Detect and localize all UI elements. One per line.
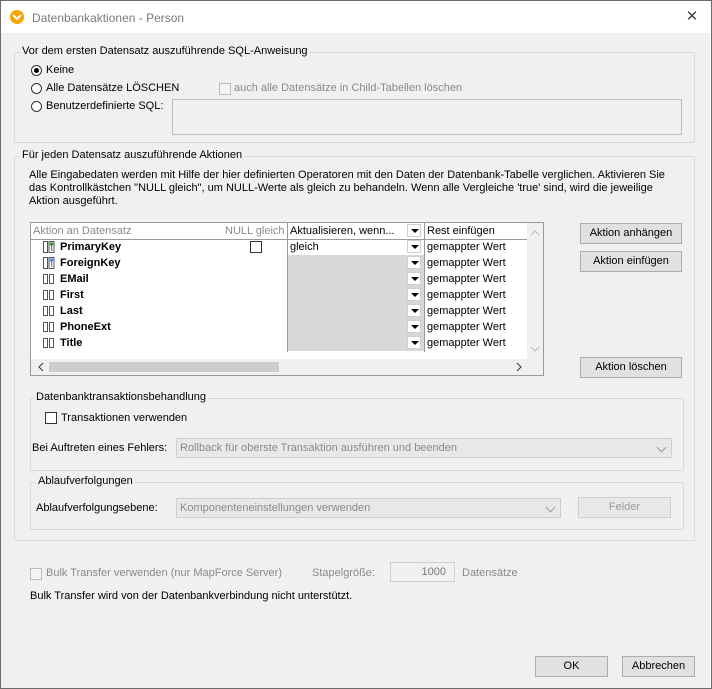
col-header-null-equal: NULL gleich — [225, 225, 285, 237]
row-field-name: First — [60, 289, 84, 301]
table-row[interactable]: PhoneExt gemappter Wert — [31, 319, 527, 335]
row-rest-value: gemappter Wert — [427, 321, 506, 333]
use-transactions-label[interactable]: Transaktionen verwenden — [61, 412, 187, 424]
actions-description: Alle Eingabedaten werden mit Hilfe der h… — [29, 169, 665, 207]
table-row[interactable]: EMail gemappter Wert — [31, 271, 527, 287]
scroll-left-icon[interactable] — [33, 359, 49, 375]
null-equal-checkbox[interactable] — [250, 241, 262, 253]
update-dropdown-icon[interactable] — [407, 320, 421, 333]
field-icon — [43, 274, 54, 284]
radio-none-indicator[interactable] — [31, 65, 42, 76]
radio-delete-all[interactable] — [31, 83, 42, 97]
row-update-value[interactable] — [288, 287, 424, 303]
row-update-value[interactable] — [288, 303, 424, 319]
transactions-group — [30, 398, 684, 471]
update-dropdown-icon[interactable] — [407, 288, 421, 301]
row-update-value[interactable] — [288, 335, 424, 351]
table-row[interactable]: ForeignKey gemappter Wert — [31, 255, 527, 271]
row-field-name: EMail — [60, 273, 89, 285]
tracing-level-select[interactable]: Komponenteneinstellungen verwenden — [176, 498, 561, 518]
row-update-value[interactable] — [288, 319, 424, 335]
row-update-value[interactable] — [288, 255, 424, 271]
actions-table: Aktion an Datensatz NULL gleich Aktualis… — [30, 222, 544, 376]
mapforce-app-icon — [10, 10, 24, 24]
row-rest-value: gemappter Wert — [427, 305, 506, 317]
radio-custom-sql-label[interactable]: Benutzerdefinierte SQL: — [46, 100, 163, 112]
actions-legend: Für jeden Datensatz auszuführende Aktion… — [20, 149, 245, 161]
row-field-name: PrimaryKey — [60, 241, 122, 253]
field-icon — [43, 290, 54, 300]
horizontal-scrollbar[interactable] — [31, 359, 543, 375]
row-rest-value: gemappter Wert — [427, 257, 506, 269]
primary-key-icon — [43, 241, 55, 253]
scroll-right-icon[interactable] — [511, 359, 527, 375]
pre-sql-legend: Vor dem ersten Datensatz auszuführende S… — [20, 45, 310, 57]
tracing-level-label: Ablaufverfolgungsebene: — [36, 502, 158, 514]
fields-button[interactable]: Felder — [578, 497, 671, 518]
child-delete-checkbox[interactable] — [219, 83, 231, 95]
row-field-name: Last — [60, 305, 83, 317]
tracing-legend: Ablaufverfolgungen — [36, 475, 135, 487]
update-dropdown-icon[interactable] — [407, 272, 421, 285]
field-icon — [43, 306, 54, 316]
error-handling-value: Rollback für oberste Transaktion ausführ… — [180, 442, 458, 454]
chevron-down-icon — [656, 442, 667, 453]
col-header-update-if[interactable]: Aktualisieren, wenn... — [287, 223, 426, 239]
append-action-button[interactable]: Aktion anhängen — [580, 223, 682, 244]
child-delete-label: auch alle Datensätze in Child-Tabellen l… — [234, 82, 463, 94]
error-handling-select[interactable]: Rollback für oberste Transaktion ausführ… — [176, 438, 672, 458]
scroll-down-icon[interactable] — [527, 341, 543, 357]
table-row[interactable]: First gemappter Wert — [31, 287, 527, 303]
row-rest-value: gemappter Wert — [427, 289, 506, 301]
horizontal-scroll-thumb[interactable] — [49, 362, 279, 372]
row-rest-value: gemappter Wert — [427, 241, 506, 253]
cancel-button[interactable]: Abbrechen — [622, 656, 695, 677]
vertical-scrollbar[interactable] — [527, 223, 543, 359]
chevron-down-icon — [545, 502, 556, 513]
update-dropdown-icon[interactable] — [407, 304, 421, 317]
scroll-up-icon[interactable] — [527, 225, 543, 241]
update-dropdown-icon[interactable] — [407, 336, 421, 349]
table-row[interactable]: PrimaryKey gleich gemappter Wert — [31, 239, 527, 255]
radio-custom-sql[interactable] — [31, 101, 42, 115]
table-row[interactable]: Title gemappter Wert — [31, 335, 527, 351]
row-rest-value: gemappter Wert — [427, 273, 506, 285]
update-dropdown-icon[interactable] — [407, 240, 421, 253]
custom-sql-textarea[interactable] — [172, 99, 682, 135]
col-header-field: Aktion an Datensatz — [33, 225, 132, 237]
close-icon[interactable]: ✕ — [684, 9, 700, 25]
row-field-name: PhoneExt — [60, 321, 111, 333]
batch-size-input[interactable]: 1000 — [390, 562, 455, 582]
radio-custom-sql-indicator[interactable] — [31, 101, 42, 112]
radio-none[interactable] — [31, 65, 42, 79]
bulk-transfer-label: Bulk Transfer verwenden (nur MapForce Se… — [46, 567, 282, 579]
transactions-legend: Datenbanktransaktionsbehandlung — [34, 391, 209, 403]
row-update-value[interactable]: gleich — [288, 239, 426, 255]
col-header-insert-rest: Rest einfügen — [424, 223, 495, 239]
batch-size-unit: Datensätze — [462, 567, 518, 579]
update-header-dropdown-icon[interactable] — [407, 224, 421, 237]
bulk-transfer-checkbox[interactable] — [30, 568, 42, 580]
field-icon — [43, 322, 54, 332]
insert-action-button[interactable]: Aktion einfügen — [580, 251, 682, 272]
foreign-key-icon — [43, 257, 55, 269]
field-icon — [43, 338, 54, 348]
table-row[interactable]: Last gemappter Wert — [31, 303, 527, 319]
window-title: Datenbankaktionen - Person — [32, 11, 185, 25]
radio-delete-all-indicator[interactable] — [31, 83, 42, 94]
tracing-level-value: Komponenteneinstellungen verwenden — [180, 502, 371, 514]
row-field-name: ForeignKey — [60, 257, 121, 269]
update-dropdown-icon[interactable] — [407, 256, 421, 269]
error-handling-label: Bei Auftreten eines Fehlers: — [32, 442, 168, 454]
radio-none-label[interactable]: Keine — [46, 64, 74, 76]
use-transactions-checkbox[interactable] — [45, 412, 57, 424]
radio-delete-all-label[interactable]: Alle Datensätze LÖSCHEN — [46, 82, 179, 94]
row-rest-value: gemappter Wert — [427, 337, 506, 349]
row-field-name: Title — [60, 337, 83, 349]
bulk-transfer-note: Bulk Transfer wird von der Datenbankverb… — [30, 590, 353, 602]
batch-size-label: Stapelgröße: — [312, 567, 375, 579]
delete-action-button[interactable]: Aktion löschen — [580, 357, 682, 378]
ok-button[interactable]: OK — [535, 656, 608, 677]
row-update-value[interactable] — [288, 271, 424, 287]
